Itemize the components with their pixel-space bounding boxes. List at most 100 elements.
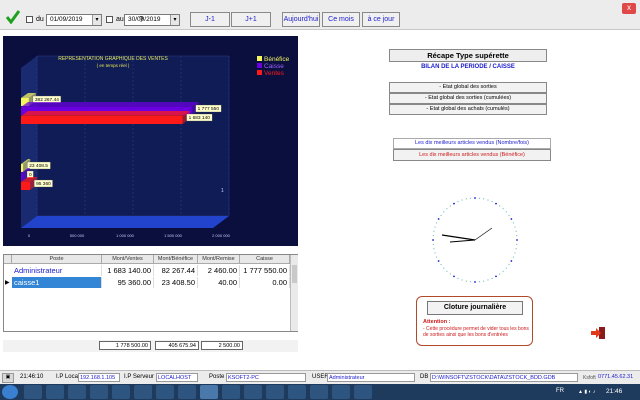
- vertical-scrollbar[interactable]: [290, 255, 298, 331]
- du-date-value: 01/09/2019: [50, 16, 83, 23]
- chart-data-label: 23 408.5: [29, 163, 48, 169]
- taskbar-app-icon[interactable]: [90, 385, 108, 399]
- clock-tick: [516, 235, 518, 237]
- taskbar-folder-icon[interactable]: [68, 385, 86, 399]
- cell-poste[interactable]: Administrateur: [12, 265, 102, 276]
- recap-title-button[interactable]: Récape Type supérette: [389, 49, 547, 62]
- total-ventes: 1 778 500.00: [99, 341, 151, 350]
- cell-mont-ventes[interactable]: 1 683 140.00: [102, 265, 154, 276]
- clock-tick: [505, 211, 507, 213]
- taskbar-app-icon[interactable]: [156, 385, 174, 399]
- exit-icon[interactable]: [590, 326, 606, 340]
- table-row[interactable]: ▶ caisse1 95 360.00 23 408.50 40.00 0.00: [4, 277, 290, 288]
- clock-tick: [478, 197, 480, 199]
- au-date-picker[interactable]: 30/09/2019 ▾: [124, 14, 180, 26]
- chevron-down-icon[interactable]: ▾: [170, 15, 179, 25]
- cell-mont-benefice[interactable]: 82 267.44: [154, 265, 198, 276]
- poste-label: Poste: [209, 374, 225, 380]
- legend-swatch: [257, 63, 262, 68]
- j-minus-button[interactable]: J-1: [190, 12, 230, 27]
- table-row[interactable]: Administrateur 1 683 140.00 82 267.44 2 …: [4, 265, 290, 276]
- top10-benefice-button[interactable]: Les dix meilleurs articles vendus (Bénéf…: [393, 149, 551, 161]
- legend-swatch: [257, 56, 262, 61]
- etat-sorties-cumulees-button[interactable]: - Etat global des sorties (cumulées): [389, 93, 547, 104]
- clock-tick: [436, 256, 438, 258]
- clock-tick: [461, 199, 463, 201]
- header-mont-remise: Mont/Remise: [198, 255, 240, 264]
- taskbar-app-icon[interactable]: [310, 385, 328, 399]
- clock-tick: [465, 198, 467, 200]
- taskbar-media-icon[interactable]: [46, 385, 64, 399]
- cell-mont-remise[interactable]: 40.00: [198, 277, 240, 288]
- language-indicator[interactable]: FR: [556, 388, 564, 394]
- tray-icons[interactable]: ▲ ▮ ◐ ♪: [578, 389, 595, 395]
- clock-tick: [502, 270, 504, 272]
- cell-poste[interactable]: caisse1: [12, 277, 102, 288]
- header-mont-ventes: Mont/Ventes: [102, 255, 154, 264]
- cell-mont-benefice[interactable]: 23 408.50: [154, 277, 198, 288]
- current-row-arrow-icon: ▶: [5, 280, 10, 286]
- clock-tick: [483, 198, 485, 200]
- sales-chart: 0 500 000 1 000 000 1 500 000 2 000 000 REPRE…: [3, 36, 298, 246]
- attention-title: Attention :: [423, 319, 451, 325]
- taskbar-app-icon[interactable]: [178, 385, 196, 399]
- clock-tick: [508, 214, 510, 216]
- clock-tick: [516, 243, 518, 245]
- close-button[interactable]: x: [622, 3, 636, 14]
- chart-side-wall: [21, 56, 37, 228]
- chart-bar-top: [21, 102, 199, 107]
- etat-achats-cumules-button[interactable]: - Etat global des achats (cumulés): [389, 104, 547, 115]
- clock-tick: [449, 273, 451, 275]
- scrollbar-thumb[interactable]: [292, 265, 297, 283]
- du-date-picker[interactable]: 01/09/2019 ▾: [46, 14, 102, 26]
- checkmark-icon[interactable]: [6, 10, 20, 24]
- total-remise: 2 500.00: [201, 341, 243, 350]
- taskbar-app-icon[interactable]: [112, 385, 130, 399]
- clock-tick: [499, 205, 501, 207]
- taskbar-app-icon[interactable]: [222, 385, 240, 399]
- chart-x-tick-label: 1 500 000: [164, 233, 183, 238]
- au-label: au: [116, 16, 124, 23]
- chart-bar: [21, 182, 31, 190]
- au-checkbox[interactable]: [106, 16, 113, 23]
- taskbar-app-icon[interactable]: [354, 385, 372, 399]
- top10-nombre-button[interactable]: Les dix meilleurs articles vendus (Nombr…: [393, 138, 551, 149]
- cell-mont-remise[interactable]: 2 460.00: [198, 265, 240, 276]
- start-button[interactable]: [2, 385, 18, 399]
- cloture-journaliere-button[interactable]: Cloture journalière: [427, 301, 523, 315]
- au-date-value: 30/09/2019: [128, 16, 161, 23]
- cell-caisse[interactable]: 1 777 550.00: [240, 265, 290, 276]
- cell-mont-ventes[interactable]: 95 360.00: [102, 277, 154, 288]
- aujourdhui-button[interactable]: Aujourd'hui: [282, 12, 320, 27]
- chart-x-tick-label: 1 000 000: [116, 233, 135, 238]
- legend-swatch: [257, 70, 262, 75]
- ce-mois-button[interactable]: Ce mois: [322, 12, 360, 27]
- header-poste: Poste: [12, 255, 102, 264]
- etat-sorties-button[interactable]: - Etat global des sorties: [389, 82, 547, 93]
- du-checkbox[interactable]: [26, 16, 33, 23]
- db-label: DB: [420, 374, 429, 380]
- clock-tick: [440, 214, 442, 216]
- taskbar-app-icon[interactable]: [134, 385, 152, 399]
- clock-tick: [487, 279, 489, 281]
- header-mont-benefice: Mont/Bénéfice: [154, 255, 198, 264]
- clock-tick: [453, 202, 455, 205]
- chevron-down-icon[interactable]: ▾: [92, 15, 101, 25]
- taskbar-zstock-icon[interactable]: [200, 385, 218, 399]
- clock-tick: [514, 252, 516, 254]
- clock-tick: [433, 248, 435, 250]
- clock-tick: [510, 260, 513, 262]
- a-ce-jour-button[interactable]: à ce jour: [362, 12, 400, 27]
- j-plus-button[interactable]: J+1: [231, 12, 271, 27]
- clock-tick: [512, 256, 514, 258]
- taskbar-app-icon[interactable]: [244, 385, 262, 399]
- taskbar-clock[interactable]: 21:46: [606, 388, 622, 395]
- status-time: 21:46:10: [20, 374, 44, 380]
- taskbar-app-icon[interactable]: [332, 385, 350, 399]
- taskbar-app-icon[interactable]: [266, 385, 284, 399]
- taskbar-app-icon[interactable]: [288, 385, 306, 399]
- taskbar-explorer-icon[interactable]: [24, 385, 42, 399]
- cell-caisse[interactable]: 0.00: [240, 277, 290, 288]
- help-button[interactable]: ?: [139, 15, 143, 24]
- clock-tick: [432, 243, 434, 245]
